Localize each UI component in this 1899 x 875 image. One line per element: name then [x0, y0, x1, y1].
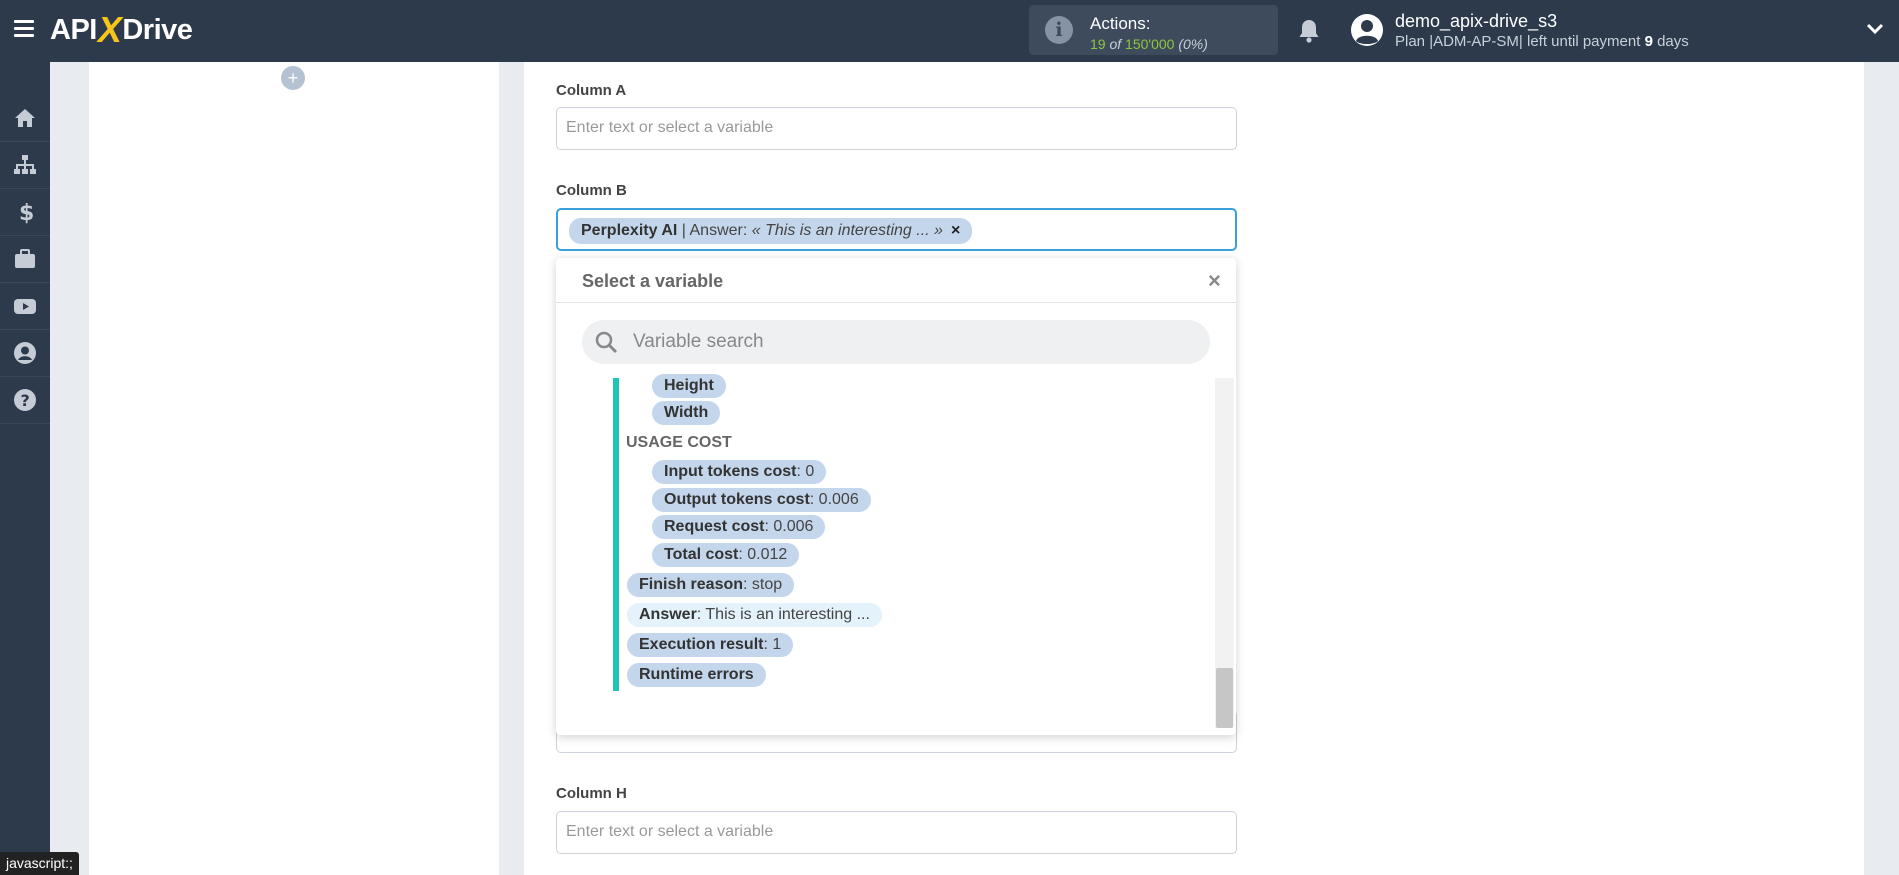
sidebar-item-profile[interactable] [0, 330, 50, 377]
variable-search-placeholder: Variable search [633, 331, 764, 352]
add-step-icon[interactable]: + [281, 66, 305, 90]
actions-total: 150'000 [1125, 36, 1175, 52]
group-label-usage-cost: USAGE COST [626, 434, 732, 451]
variable-picker-header: Select a variable × [556, 258, 1236, 303]
user-name[interactable]: demo_apix-drive_s3 [1395, 11, 1557, 32]
variable-item[interactable]: Width [652, 401, 721, 425]
sidebar-item-help[interactable]: ? [0, 377, 50, 424]
user-icon [14, 342, 36, 364]
avatar-icon[interactable] [1350, 13, 1384, 47]
variable-picker: Select a variable × Variable search Heig… [556, 258, 1236, 735]
variable-item[interactable]: Input tokens cost: 0 [652, 460, 827, 484]
sidebar-item-billing[interactable]: $ [0, 189, 50, 236]
youtube-icon [14, 299, 36, 314]
actions-of: of [1109, 36, 1122, 52]
actions-label: Actions: [1090, 14, 1151, 33]
left-panel [89, 62, 499, 875]
variable-picker-title: Select a variable [582, 271, 724, 291]
logo-text-x: X [97, 9, 122, 50]
column-h-input[interactable]: Enter text or select a variable [556, 811, 1237, 854]
column-a-label: Column A [556, 82, 627, 99]
info-icon: i [1041, 16, 1077, 44]
variable-item-answer[interactable]: Answer: This is an interesting ... [627, 603, 882, 627]
chevron-down-icon[interactable] [1866, 22, 1884, 36]
variable-search-input[interactable]: Variable search [582, 320, 1210, 364]
apix-drive-logo[interactable]: API X Drive [50, 9, 193, 50]
user-plan: Plan |ADM-AP-SM| left until payment 9 da… [1395, 33, 1689, 50]
plan-suffix: days [1657, 33, 1689, 50]
menu-icon[interactable] [14, 20, 34, 38]
remove-tag-icon[interactable]: × [951, 222, 960, 240]
variable-item[interactable]: Total cost: 0.012 [652, 543, 800, 567]
actions-percent: (0%) [1178, 36, 1208, 52]
tag-source: Perplexity AI [581, 222, 678, 239]
home-icon [15, 109, 35, 127]
status-bar-url: javascript:; [0, 852, 79, 875]
close-icon[interactable]: × [1208, 268, 1221, 294]
column-a-input[interactable]: Enter text or select a variable [556, 107, 1237, 150]
variable-item[interactable]: Request cost: 0.006 [652, 515, 826, 539]
search-icon [595, 331, 618, 354]
column-b-input[interactable]: Perplexity AI | Answer: « This is an int… [556, 208, 1237, 251]
sidebar-item-connections[interactable] [0, 142, 50, 189]
svg-text:$: $ [19, 201, 34, 224]
sidebar-item-videos[interactable] [0, 283, 50, 330]
variable-item[interactable]: Runtime errors [627, 663, 766, 687]
actions-used: 19 [1090, 36, 1106, 52]
help-icon: ? [14, 389, 36, 411]
sitemap-icon [14, 155, 36, 174]
sidebar: $ ? [0, 62, 50, 875]
actions-counter: i Actions: 19 of 150'000 (0%) [1029, 5, 1278, 55]
briefcase-icon [15, 249, 35, 268]
selected-variable-tag[interactable]: Perplexity AI | Answer: « This is an int… [569, 218, 973, 244]
scrollbar-thumb[interactable] [1216, 668, 1233, 728]
variable-item[interactable]: Height [652, 374, 726, 398]
variable-list: Height Width USAGE COST Input tokens cos… [556, 374, 1216, 698]
tag-separator: | Answer: [677, 222, 752, 239]
logo-text-drive: Drive [122, 13, 193, 46]
variable-item[interactable]: Finish reason: stop [627, 573, 795, 597]
sidebar-item-home[interactable] [0, 95, 50, 142]
plan-days: 9 [1644, 33, 1653, 50]
column-b-label: Column B [556, 182, 627, 199]
dollar-icon: $ [19, 201, 34, 224]
plan-prefix: Plan |ADM-AP-SM| left until payment [1395, 33, 1641, 50]
svg-text:?: ? [21, 391, 30, 410]
logo-text-api: API [50, 13, 97, 46]
sidebar-item-tools[interactable] [0, 236, 50, 283]
top-bar: API X Drive i Actions: 19 of 150'000 (0%) … [0, 0, 1899, 62]
column-h-label: Column H [556, 785, 627, 802]
tag-value: « This is an interesting ... » [751, 222, 943, 239]
variable-item[interactable]: Output tokens cost: 0.006 [652, 488, 871, 512]
variable-item[interactable]: Execution result: 1 [627, 633, 794, 657]
actions-count: 19 of 150'000 (0%) [1090, 36, 1208, 52]
bell-icon[interactable] [1297, 18, 1321, 44]
